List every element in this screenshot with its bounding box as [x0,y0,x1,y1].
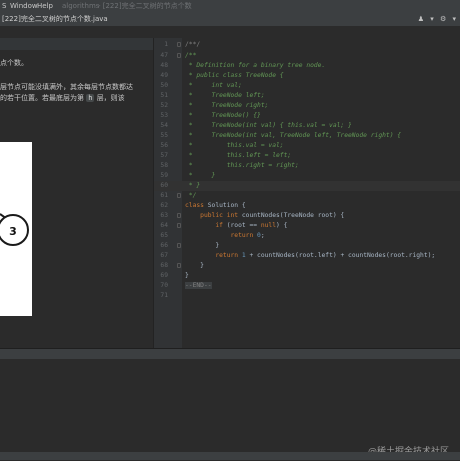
code-line: 56 * this.val = val; [160,142,284,149]
menu-bar: S Window Help algorithms - [222]完全二叉树的节点… [0,0,460,12]
code-line: 53 * TreeNode() {} [160,112,261,119]
fold-icon[interactable] [177,53,181,58]
code-line: 59 * } [160,172,216,179]
menu-item-help[interactable]: Help [37,0,53,12]
inline-code-h: h [86,94,95,102]
code-line: 50 * int val; [160,82,242,89]
code-line: 54 * TreeNode(int val) { this.val = val;… [160,122,352,129]
code-line: 64 if (root == null) { [160,222,288,229]
fold-icon[interactable] [177,263,181,268]
code-line: 67 return 1 + countNodes(root.left) + co… [160,252,436,259]
fold-icon[interactable] [177,193,181,198]
fold-icon[interactable] [177,42,181,47]
file-tab[interactable]: [222]完全二叉树的节点个数.java [2,12,108,26]
code-line: 52 * TreeNode right; [160,102,269,109]
panel-header [0,38,153,50]
status-bar [0,452,460,460]
tree-node: 3 [0,214,29,246]
code-line: 71 [160,292,168,299]
description-line-3-text: 的若干位置。若最底层为第 [0,94,84,102]
menu-left-glyph: S [2,2,7,10]
code-line: 68 } [160,262,204,269]
code-line: 1/**/ [164,41,201,48]
file-tab-bar: [222]完全二叉树的节点个数.java ♟ ▾ ⚙ ▾ [0,12,460,27]
window-title: - [222]完全二叉树的节点个数 [98,2,192,10]
code-line: 65 return 0; [160,232,265,239]
code-line: 49 * public class TreeNode { [160,72,284,79]
code-line: 55 * TreeNode(int val, TreeNode left, Tr… [160,132,402,139]
code-line: 62 class Solution { [160,202,246,209]
description-line-1: 点个数。 [0,59,28,67]
tool-window-header [0,349,460,359]
description-line-3-tail: 层，则该 [96,94,125,102]
description-line-2: 层节点可能没填满外，其余每层节点数都达 [0,83,133,91]
fold-icon[interactable] [177,243,181,248]
code-line: 58 * this.right = right; [160,162,299,169]
description-line-3: 的若干位置。若最底层为第 h 层，则该 [0,93,125,103]
code-line: 63 public int countNodes(TreeNode root) … [160,212,345,219]
code-line: 48 * Definition for a binary tree node. [160,62,326,69]
toolbar-right: ♟ ▾ ⚙ ▾ [414,12,456,26]
code-line: 70 --END-- [160,282,212,289]
code-editor[interactable]: 1/**/ 47/** 48 * Definition for a binary… [154,38,460,348]
code-line: 47/** [160,52,197,59]
code-line: 69} [160,272,189,279]
dropdown-chevron-icon-2[interactable]: ▾ [452,15,456,23]
problem-description-panel: 点个数。 层节点可能没填满外，其余每层节点数都达 的若干位置。若最底层为第 h … [0,38,154,348]
code-line: 51 * TreeNode left; [160,92,265,99]
fold-icon[interactable] [177,223,181,228]
project-name: algorithms [62,2,100,10]
gear-icon[interactable]: ⚙ [440,15,446,23]
tree-diagram: 3 [0,142,32,316]
dropdown-chevron-icon[interactable]: ▾ [430,15,434,23]
code-line: 61 */ [160,192,197,199]
menu-item-window[interactable]: Window [10,0,38,12]
fold-icon[interactable] [177,213,181,218]
code-line: 57 * this.left = left; [160,152,292,159]
run-config-icon[interactable]: ♟ [418,15,424,23]
code-line: 66 } [160,242,220,249]
code-line-current: 60 * } [154,181,460,191]
